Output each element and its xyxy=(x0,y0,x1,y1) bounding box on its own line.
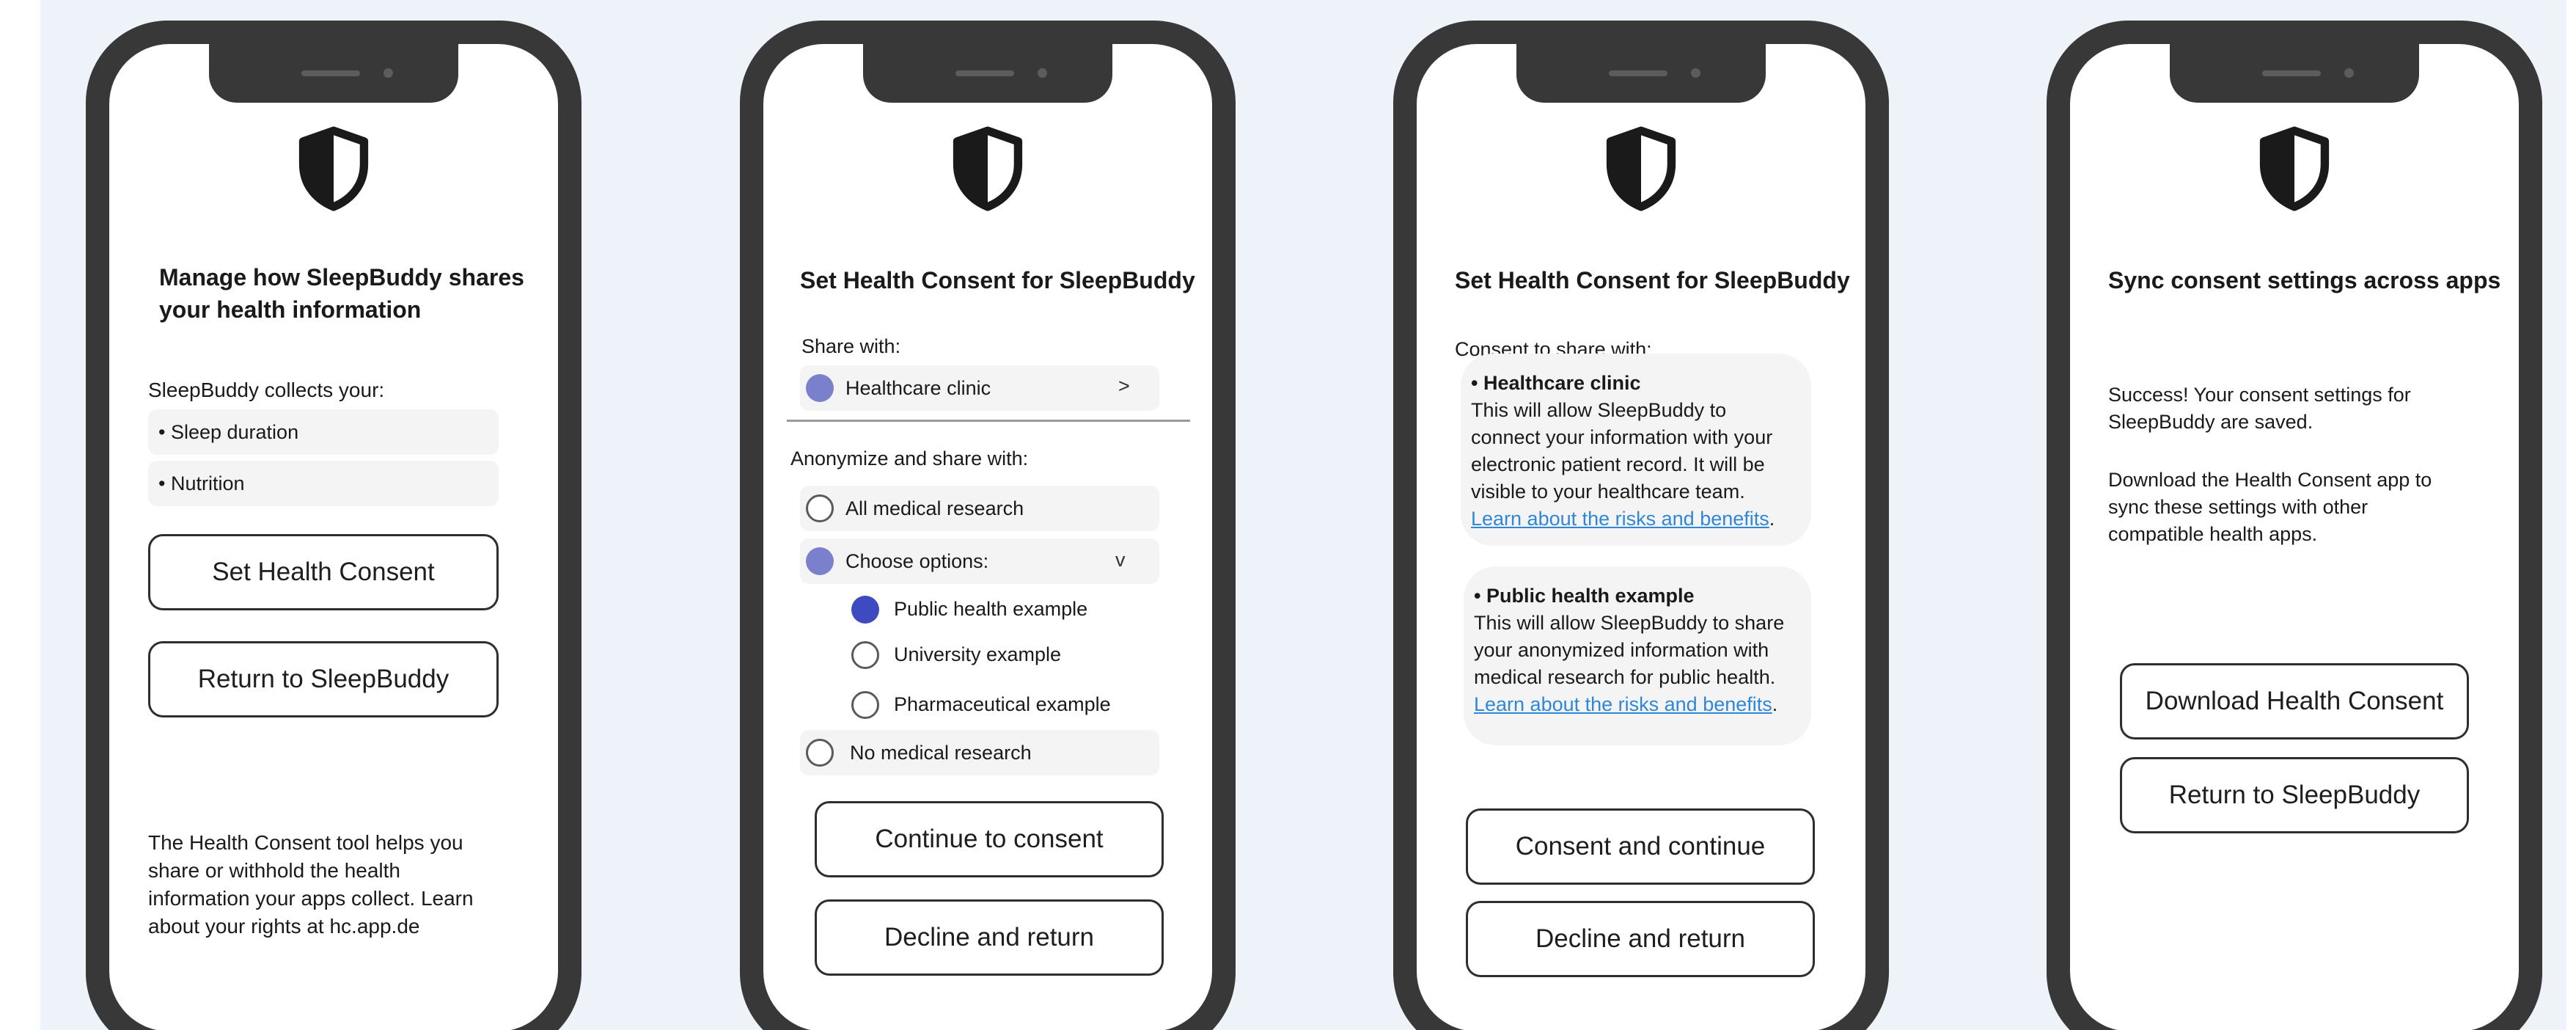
shield-icon xyxy=(950,126,1026,211)
option-pharmaceutical-example[interactable]: Pharmaceutical example xyxy=(894,691,1111,718)
anonymize-label: Anonymize and share with: xyxy=(790,448,1029,470)
card-body-text: This will allow SleepBuddy to connect yo… xyxy=(1471,399,1773,503)
shield-icon xyxy=(2256,126,2333,211)
share-option-healthcare-clinic[interactable]: Healthcare clinic xyxy=(800,365,1159,411)
option-label: All medical research xyxy=(845,497,1024,519)
chevron-down-icon[interactable]: v xyxy=(1115,549,1126,571)
option-label: Healthcare clinic xyxy=(845,377,991,399)
card-body: This will allow SleepBuddy to connect yo… xyxy=(1471,397,1798,533)
return-to-sleepbuddy-button[interactable]: Return to SleepBuddy xyxy=(148,641,499,717)
footer-text: The Health Consent tool helps you share … xyxy=(148,831,474,938)
risks-benefits-link[interactable]: Learn about the risks and benefits xyxy=(1474,693,1772,715)
decline-and-return-button[interactable]: Decline and return xyxy=(1466,901,1815,977)
camera-icon xyxy=(384,68,393,78)
screen-2: Set Health Consent for SleepBuddy Share … xyxy=(763,44,1212,1030)
card-body-text: This will allow SleepBuddy to share your… xyxy=(1474,612,1785,688)
radio-healthcare-clinic[interactable] xyxy=(806,374,834,402)
option-choose-options[interactable]: Choose options: xyxy=(800,538,1159,584)
screen-3: Set Health Consent for SleepBuddy Consen… xyxy=(1417,44,1865,1030)
canvas: Manage how SleepBuddy shares your health… xyxy=(40,0,2566,1030)
phone-screen-1: Manage how SleepBuddy shares your health… xyxy=(86,21,581,1030)
speaker-icon xyxy=(301,70,360,76)
list-item-nutrition: • Nutrition xyxy=(148,461,499,506)
speaker-icon xyxy=(2262,70,2321,76)
phone-notch xyxy=(863,44,1112,103)
collects-label: SleepBuddy collects your: xyxy=(148,379,385,401)
phone-screen-2: Set Health Consent for SleepBuddy Share … xyxy=(740,21,1236,1030)
share-with-label: Share with: xyxy=(801,335,901,357)
screen-1: Manage how SleepBuddy shares your health… xyxy=(109,44,558,1030)
card-heading: • Public health example xyxy=(1474,585,1695,607)
camera-icon xyxy=(2344,68,2354,78)
phone-notch xyxy=(209,44,458,103)
card-body: This will allow SleepBuddy to share your… xyxy=(1474,610,1798,718)
card-tail: . xyxy=(1769,508,1775,530)
speaker-icon xyxy=(1609,70,1667,76)
phone-screen-3: Set Health Consent for SleepBuddy Consen… xyxy=(1393,21,1889,1030)
option-no-medical-research[interactable]: No medical research xyxy=(800,730,1159,775)
radio-public-health-example[interactable] xyxy=(851,596,879,624)
success-text: Success! Your consent settings for Sleep… xyxy=(2108,384,2411,433)
chevron-right-icon[interactable]: > xyxy=(1118,375,1130,398)
page-title: Set Health Consent for SleepBuddy xyxy=(800,267,1195,293)
shield-icon xyxy=(296,126,372,211)
continue-to-consent-button[interactable]: Continue to consent xyxy=(815,801,1164,877)
camera-icon xyxy=(1691,68,1700,78)
option-university-example[interactable]: University example xyxy=(894,641,1061,668)
radio-pharmaceutical-example[interactable] xyxy=(851,691,879,719)
phone-notch xyxy=(2170,44,2419,103)
list-item-sleep-duration: • Sleep duration xyxy=(148,409,499,455)
option-label: No medical research xyxy=(850,742,1032,764)
radio-no-medical-research[interactable] xyxy=(806,739,834,767)
radio-university-example[interactable] xyxy=(851,641,879,669)
page-title: Sync consent settings across apps xyxy=(2108,267,2501,293)
page-title: Set Health Consent for SleepBuddy xyxy=(1455,267,1850,293)
consent-card-public-health: • Public health example This will allow … xyxy=(1464,566,1811,745)
section-divider xyxy=(787,420,1190,422)
option-public-health-example[interactable]: Public health example xyxy=(894,596,1087,623)
phone-notch xyxy=(1516,44,1766,103)
consent-and-continue-button[interactable]: Consent and continue xyxy=(1466,808,1815,885)
decline-and-return-button[interactable]: Decline and return xyxy=(815,899,1164,976)
screen-4: Sync consent settings across apps Succes… xyxy=(2070,44,2519,1030)
radio-choose-options[interactable] xyxy=(806,547,834,575)
set-health-consent-button[interactable]: Set Health Consent xyxy=(148,534,499,610)
card-tail: . xyxy=(1772,693,1778,715)
option-all-medical-research[interactable]: All medical research xyxy=(800,486,1159,531)
card-heading: • Healthcare clinic xyxy=(1471,372,1641,394)
option-label: Choose options: xyxy=(845,550,989,572)
consent-card-healthcare-clinic: • Healthcare clinic This will allow Slee… xyxy=(1461,354,1811,546)
download-info-text: Download the Health Consent app to sync … xyxy=(2108,469,2432,545)
risks-benefits-link[interactable]: Learn about the risks and benefits xyxy=(1471,508,1769,530)
shield-icon xyxy=(1603,126,1679,211)
radio-all-medical-research[interactable] xyxy=(806,494,834,522)
camera-icon xyxy=(1038,68,1047,78)
page-title: Manage how SleepBuddy shares your health… xyxy=(159,264,524,323)
return-to-sleepbuddy-button[interactable]: Return to SleepBuddy xyxy=(2120,757,2469,833)
speaker-icon xyxy=(955,70,1014,76)
download-health-consent-button[interactable]: Download Health Consent xyxy=(2120,663,2469,739)
phone-screen-4: Sync consent settings across apps Succes… xyxy=(2047,21,2542,1030)
